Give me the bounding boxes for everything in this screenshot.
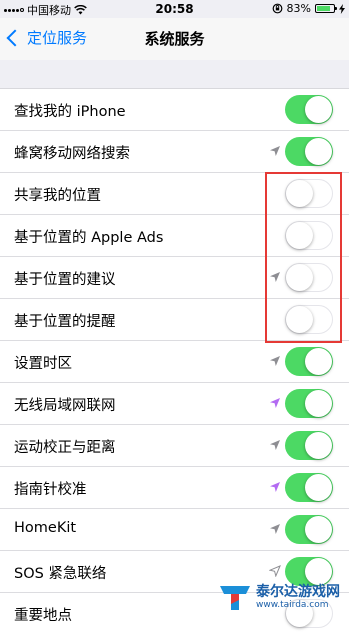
watermark: 泰尔达游戏网 www.tairda.com <box>218 582 340 612</box>
row-label: 无线局域网联网 <box>14 398 116 414</box>
row-label: SOS 紧急联络 <box>14 566 107 582</box>
toggle-switch[interactable] <box>285 431 333 460</box>
battery-percent: 83% <box>286 2 311 15</box>
status-right: 83% <box>272 2 345 15</box>
row-label: 查找我的 iPhone <box>14 104 126 120</box>
watermark-title: 泰尔达游戏网 <box>256 584 340 600</box>
location-arrow-icon <box>270 356 280 366</box>
charging-icon <box>339 3 345 14</box>
settings-list: 查找我的 iPhone 蜂窝移动网络搜索 共享我的位置基于位置的 Apple Ads… <box>0 88 349 634</box>
status-bar: 中国移动 20:58 83% <box>0 0 349 18</box>
toggle-switch[interactable] <box>285 347 333 376</box>
toggle-knob <box>305 390 332 417</box>
settings-row: 无线局域网联网 <box>0 383 349 425</box>
toggle-switch[interactable] <box>285 389 333 418</box>
settings-row: 设置时区 <box>0 341 349 383</box>
battery-icon <box>315 4 337 13</box>
row-label: 蜂窝移动网络搜索 <box>14 146 130 162</box>
toggle-knob <box>305 474 332 501</box>
highlight-annotation <box>265 172 342 343</box>
settings-row: 蜂窝移动网络搜索 <box>0 131 349 173</box>
location-arrow-icon <box>270 398 280 408</box>
toggle-switch[interactable] <box>285 473 333 502</box>
location-arrow-icon <box>270 524 280 534</box>
row-label: 共享我的位置 <box>14 188 101 204</box>
orientation-lock-icon <box>272 3 282 14</box>
watermark-url: www.tairda.com <box>256 600 329 610</box>
toggle-knob <box>305 432 332 459</box>
location-arrow-icon <box>270 146 280 156</box>
location-arrow-icon <box>270 440 280 450</box>
row-label: 运动校正与距离 <box>14 440 116 456</box>
settings-row: 运动校正与距离 <box>0 425 349 467</box>
location-arrow-icon <box>270 482 280 492</box>
row-label: 基于位置的建议 <box>14 272 116 288</box>
location-arrow-icon <box>269 565 281 577</box>
watermark-logo-icon <box>220 586 250 610</box>
page-title: 系统服务 <box>144 30 205 48</box>
row-label: HomeKit <box>14 520 77 536</box>
toggle-knob <box>305 516 332 543</box>
toggle-switch[interactable] <box>285 95 333 124</box>
row-label: 指南针校准 <box>14 482 87 498</box>
toggle-switch[interactable] <box>285 137 333 166</box>
navigation-bar: 定位服务 系统服务 <box>0 18 349 60</box>
settings-row: HomeKit <box>0 509 349 551</box>
toggle-knob <box>305 138 332 165</box>
settings-row: 查找我的 iPhone <box>0 89 349 131</box>
toggle-knob <box>305 348 332 375</box>
toggle-knob <box>305 96 332 123</box>
row-label: 设置时区 <box>14 356 72 372</box>
toggle-knob <box>305 558 332 585</box>
row-label: 基于位置的 Apple Ads <box>14 230 164 246</box>
row-label: 重要地点 <box>14 608 72 624</box>
row-label: 基于位置的提醒 <box>14 314 116 330</box>
toggle-switch[interactable] <box>285 515 333 544</box>
settings-row: 指南针校准 <box>0 467 349 509</box>
